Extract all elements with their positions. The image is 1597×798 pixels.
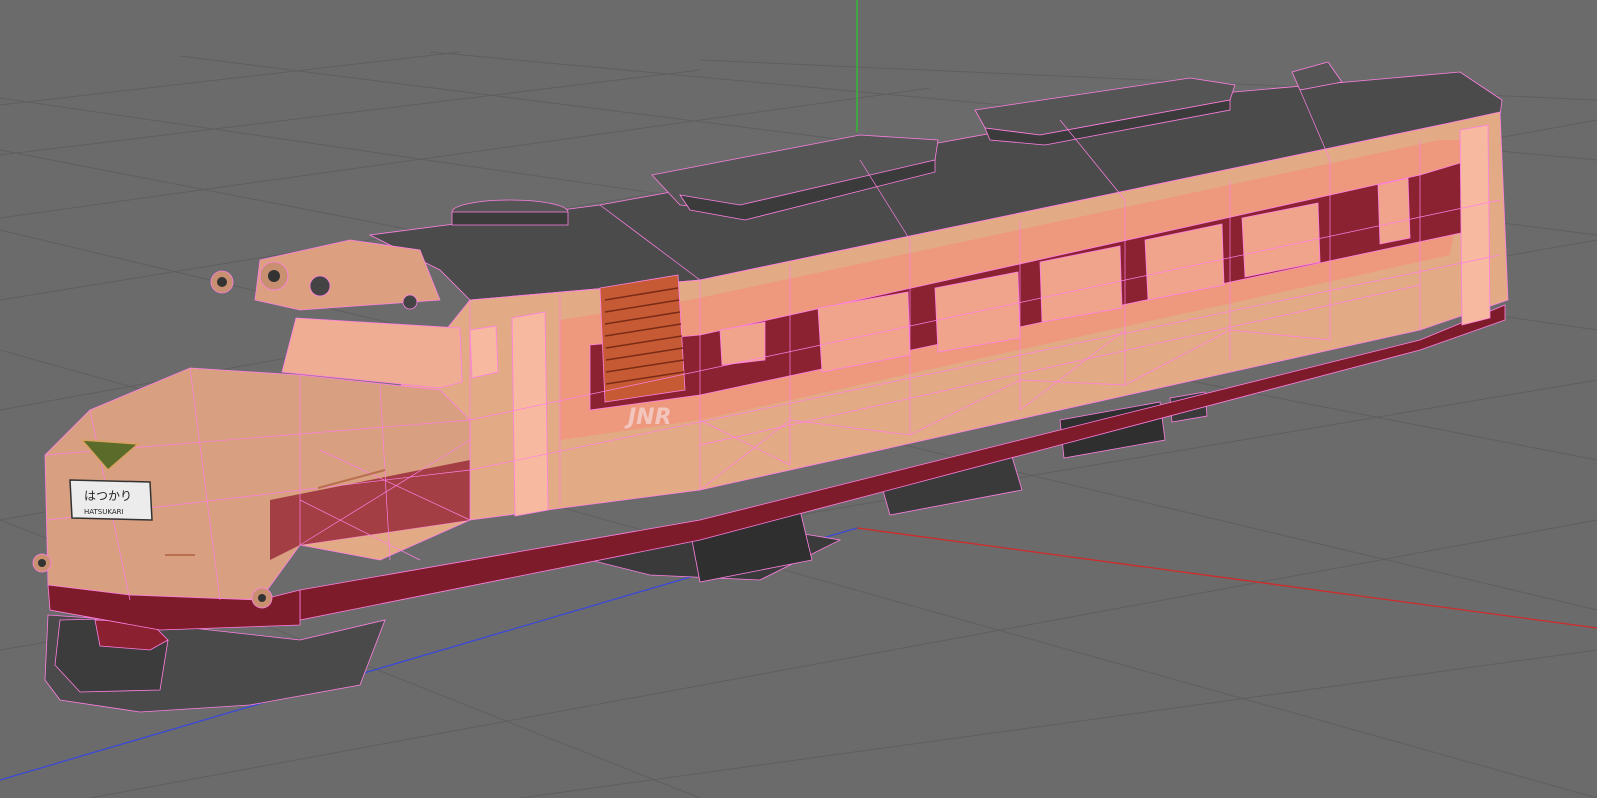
destination-board-text: はつかり	[84, 489, 132, 503]
destination-board: はつかり HATSUKARI	[69, 479, 153, 521]
3d-viewport[interactable]: JNR はつかり HATSUKARI	[0, 0, 1597, 798]
viewport-canvas[interactable]: JNR はつかり HATSUKARI	[0, 0, 1597, 798]
x-axis-line	[856, 527, 1597, 629]
side-door	[511, 311, 549, 517]
destination-board-romaji: HATSUKARI	[84, 508, 124, 516]
jnr-emblem: JNR	[624, 405, 672, 430]
side-door-rear	[1459, 124, 1491, 326]
cab-side-window	[469, 325, 499, 379]
